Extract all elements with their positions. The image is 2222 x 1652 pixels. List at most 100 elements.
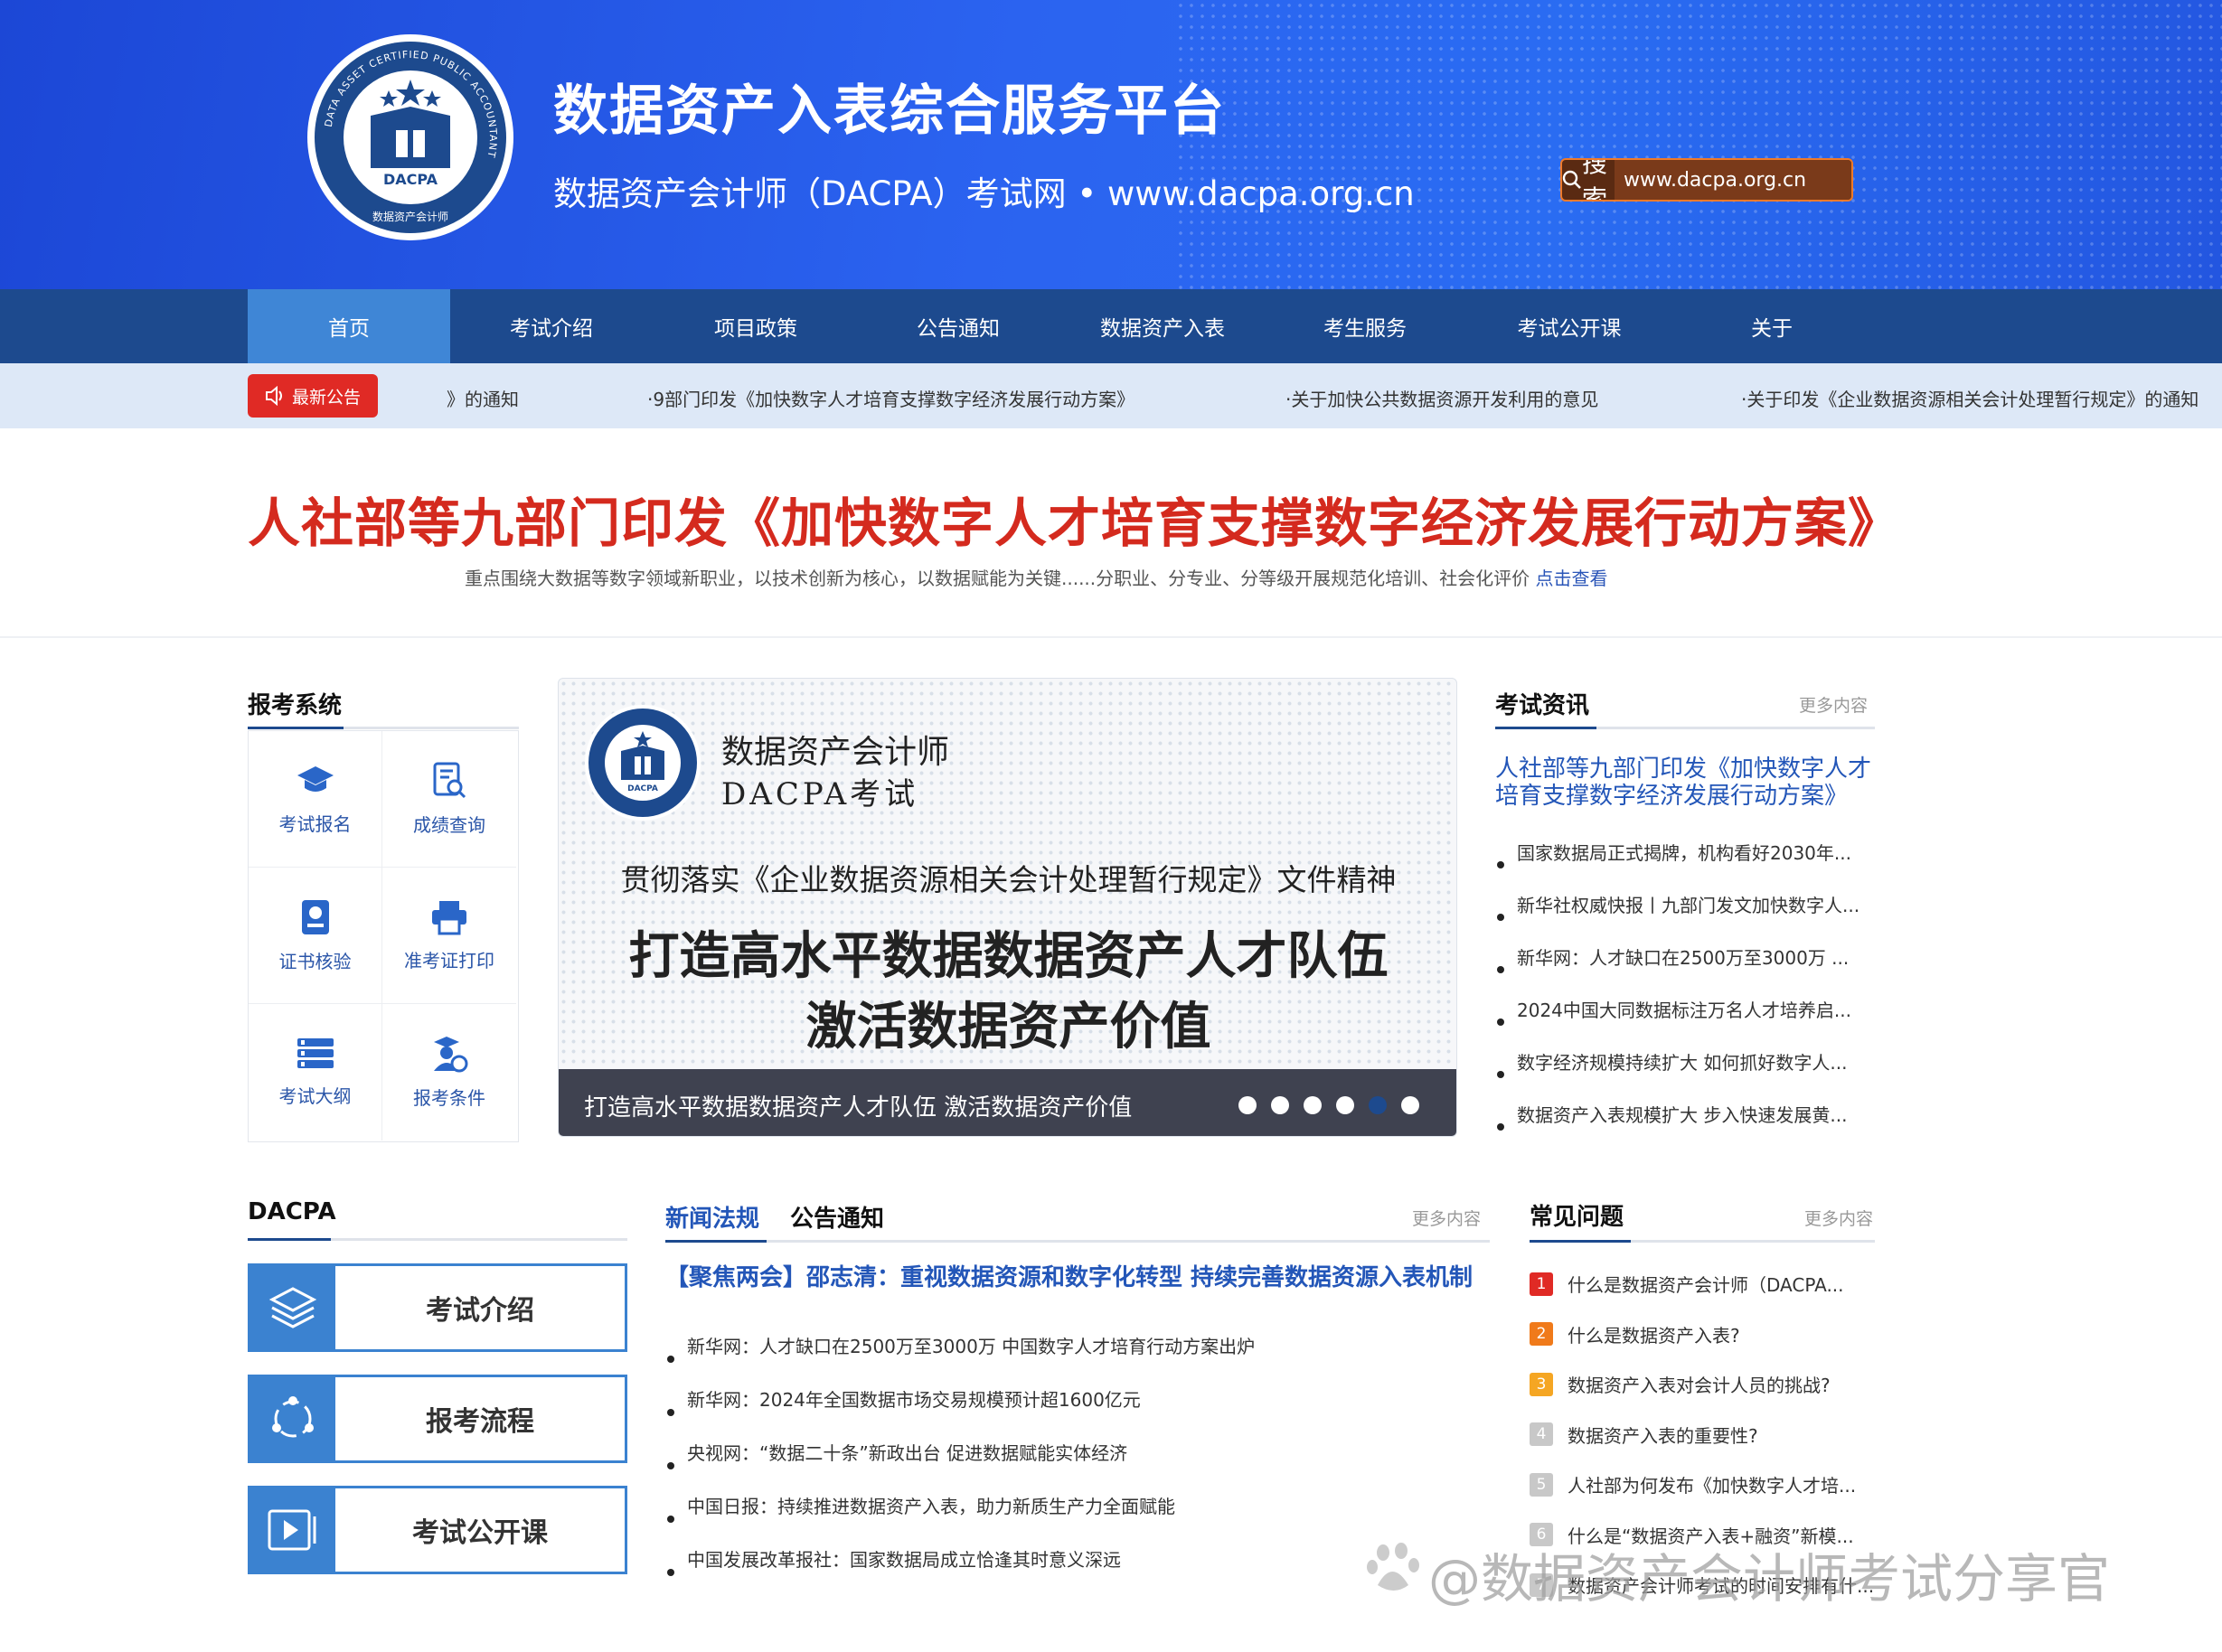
carousel-caption-bar: 打造高水平数据数据资产人才队伍 激活数据资产价值 (559, 1069, 1456, 1136)
certificate-icon (301, 899, 329, 934)
list-item[interactable]: 新华社权威快报丨九部门发文加快数字人... (1495, 891, 1875, 943)
notice-badge: 最新公告 (248, 374, 378, 418)
video-play-icon (268, 1509, 316, 1551)
service-label: 准考证打印 (404, 949, 494, 971)
faq-title: 常见问题 (1530, 1204, 1624, 1231)
services-title: 报考系统 (248, 692, 343, 719)
search-input[interactable] (1615, 160, 1851, 200)
dacpa-button-label: 报考流程 (426, 1406, 534, 1438)
search-box[interactable]: 搜索 (1560, 158, 1853, 202)
candidate-icon (434, 1037, 468, 1073)
logo-text: DACPA (627, 784, 658, 793)
list-item[interactable]: 国家数据局正式揭牌，机构看好2030年... (1495, 839, 1875, 891)
baidu-paw-icon (1367, 1543, 1419, 1591)
faq-number-badge: 5 (1530, 1472, 1553, 1497)
service-label: 证书核验 (278, 950, 352, 972)
faq-item[interactable]: 2 什么是数据资产入表? (1530, 1321, 1740, 1347)
service-score-query[interactable]: 成绩查询 (382, 731, 516, 868)
service-grid: 考试报名 成绩查询 证书核验 准考证打印 考试大纲 报考条件 (248, 730, 519, 1142)
service-eligibility[interactable]: 报考条件 (382, 1004, 516, 1140)
faq-item[interactable]: 5 人社部为何发布《加快数字人才培... (1530, 1471, 1856, 1497)
list-item[interactable]: 新华网：2024年全国数据市场交易规模预计超1600亿元 (665, 1385, 1488, 1439)
nav-project-policy[interactable]: 项目政策 (654, 289, 857, 363)
carousel-dot[interactable] (1401, 1096, 1419, 1114)
search-label[interactable]: 搜索 (1582, 160, 1615, 200)
process-cycle-icon (272, 1396, 314, 1438)
faq-more-link[interactable]: 更多内容 (1804, 1206, 1873, 1230)
list-item[interactable]: 2024中国大同数据标注万名人才培养启... (1495, 996, 1875, 1048)
dacpa-underline (248, 1238, 627, 1241)
list-item[interactable]: 央视网：“数据二十条”新政出台 促进数据赋能实体经济 (665, 1439, 1488, 1492)
site-subtitle: 数据资产会计师（DACPA）考试网 • www.dacpa.org.cn (553, 174, 1415, 213)
ticker-item[interactable]: ·关于印发《企业数据资源相关会计处理暂行规定》的通知 (1741, 385, 2198, 411)
ticker-item[interactable]: ·关于加快公共数据资源开发利用的意见 (1285, 385, 1598, 411)
service-register[interactable]: 考试报名 (249, 731, 382, 868)
carousel-line1: 贯彻落实《企业数据资源相关会计处理暂行规定》文件精神 (620, 862, 1397, 897)
list-item[interactable]: 新华网：人才缺口在2500万至3000万 ... (1495, 943, 1875, 996)
carousel-caption: 打造高水平数据数据资产人才队伍 激活数据资产价值 (584, 1094, 1133, 1122)
search-icon[interactable] (1562, 160, 1582, 200)
service-certificate-verify[interactable]: 证书核验 (249, 868, 382, 1004)
carousel-line3: 激活数据资产价值 (805, 998, 1211, 1056)
mid-news-more-link[interactable]: 更多内容 (1412, 1206, 1481, 1230)
list-item[interactable]: 数字经济规模持续扩大 如何抓好数字人... (1495, 1048, 1875, 1101)
document-search-icon (433, 762, 466, 798)
nav-about[interactable]: 关于 (1671, 289, 1873, 363)
faq-number-badge: 3 (1530, 1372, 1553, 1396)
faq-item-text: 什么是数据资产入表? (1568, 1324, 1740, 1347)
nav-home[interactable]: 首页 (248, 289, 450, 363)
carousel-dot[interactable] (1271, 1096, 1289, 1114)
faq-number-badge: 4 (1530, 1422, 1553, 1446)
faq-item-text: 数据资产入表的重要性? (1568, 1424, 1758, 1447)
service-syllabus[interactable]: 考试大纲 (249, 1004, 382, 1140)
dacpa-logo-icon[interactable]: DATA ASSET CERTIFIED PUBLIC ACCOUNTANT D… (306, 33, 515, 242)
exam-news-more-link[interactable]: 更多内容 (1799, 692, 1868, 717)
tab-news-regulations[interactable]: 新闻法规 (665, 1200, 759, 1234)
service-label: 报考条件 (413, 1087, 485, 1109)
carousel-dot[interactable] (1336, 1096, 1354, 1114)
notice-badge-label: 最新公告 (291, 387, 361, 408)
logo-text: DACPA (383, 171, 438, 188)
headline-link[interactable]: 点击查看 (1536, 568, 1608, 589)
faq-item-text: 什么是数据资产会计师（DACPA... (1568, 1274, 1844, 1296)
faq-item[interactable]: 4 数据资产入表的重要性? (1530, 1422, 1758, 1448)
exam-news-list: 国家数据局正式揭牌，机构看好2030年... 新华社权威快报丨九部门发文加快数字… (1495, 839, 1875, 1153)
service-label: 考试报名 (278, 812, 352, 835)
carousel-dot[interactable] (1238, 1096, 1257, 1114)
banner-carousel[interactable]: DACPA 数据资产会计师 DACPA考试 贯彻落实《企业数据资源相关会计处理暂… (558, 678, 1457, 1137)
printer-icon (432, 900, 466, 934)
services-underline (248, 727, 519, 729)
layers-icon (268, 1287, 317, 1328)
speaker-icon (265, 386, 282, 406)
faq-underline (1530, 1240, 1875, 1243)
carousel-brand-line1: 数据资产会计师 (721, 734, 950, 771)
ticker-item[interactable]: ·9部门印发《加快数字人才培育支撑数字经济发展行动方案》 (647, 385, 1135, 411)
faq-item[interactable]: 1 什么是数据资产会计师（DACPA... (1530, 1271, 1844, 1297)
dacpa-open-course-button[interactable]: 考试公开课 (248, 1486, 627, 1574)
faq-item-text: 人社部为何发布《加快数字人才培... (1568, 1475, 1857, 1497)
world-map-pattern (1175, 0, 2222, 289)
carousel-dot[interactable] (1369, 1096, 1387, 1114)
faq-number-badge: 2 (1530, 1322, 1553, 1346)
exam-news-title: 考试资讯 (1495, 692, 1590, 719)
ticker-item[interactable]: 》的通知 (447, 385, 519, 411)
list-item[interactable]: 数据资产入表规模扩大 步入快速发展黄... (1495, 1101, 1875, 1153)
list-item[interactable]: 新华网：人才缺口在2500万至3000万 中国数字人才培育行动方案出炉 (665, 1332, 1488, 1385)
mid-news-lead[interactable]: 【聚焦两会】邵志清：重视数据资源和数字化转型 持续完善数据资源入表机制 (665, 1263, 1488, 1292)
nav-data-asset[interactable]: 数据资产入表 (1061, 289, 1264, 363)
faq-item[interactable]: 3 数据资产入表对会计人员的挑战? (1530, 1371, 1831, 1397)
nav-announcements[interactable]: 公告通知 (857, 289, 1059, 363)
exam-news-lead[interactable]: 人社部等九部门印发《加快数字人才培育支撑数字经济发展行动方案》 (1495, 756, 1875, 810)
dacpa-process-button[interactable]: 报考流程 (248, 1375, 627, 1463)
nav-open-course[interactable]: 考试公开课 (1468, 289, 1671, 363)
dacpa-exam-intro-button[interactable]: 考试介绍 (248, 1263, 627, 1352)
tab-announcements[interactable]: 公告通知 (790, 1200, 884, 1234)
nav-candidate-service[interactable]: 考生服务 (1264, 289, 1466, 363)
carousel-dot[interactable] (1304, 1096, 1322, 1114)
service-admission-print[interactable]: 准考证打印 (382, 868, 516, 1004)
dacpa-title: DACPA (248, 1198, 336, 1225)
dacpa-logo-icon: DACPA (585, 705, 701, 821)
nav-exam-intro[interactable]: 考试介绍 (450, 289, 653, 363)
watermark-text: @数据资产会计师考试分享官 (1428, 1548, 2111, 1610)
headline-title[interactable]: 人社部等九部门印发《加快数字人才培育支撑数字经济发展行动方案》 (248, 481, 1901, 557)
